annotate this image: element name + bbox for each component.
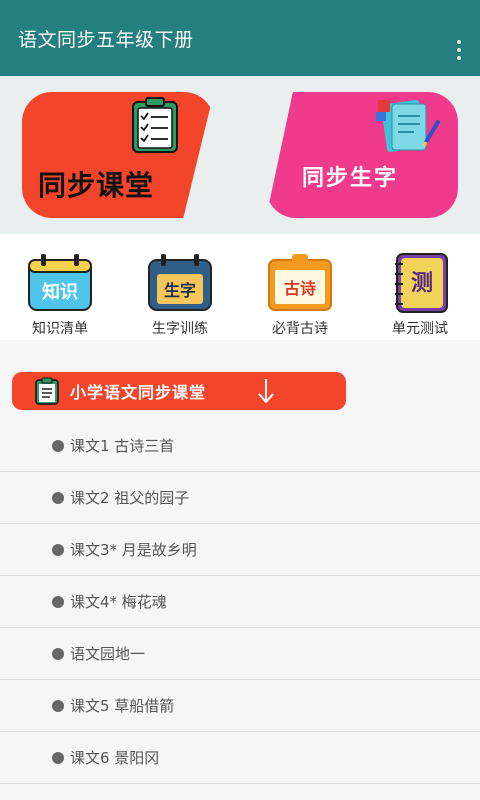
lesson-title: 课文5 草船借箭: [70, 697, 175, 715]
knowledge-icon-text: 知识: [42, 281, 78, 303]
unit-test-button[interactable]: 测 单元测试: [370, 252, 470, 338]
bullet-icon: [52, 595, 64, 608]
section-title: 小学语文同步课堂: [70, 383, 207, 402]
knowledge-calendar-icon: 知识: [28, 254, 92, 311]
app-bar: 语文同步五年级下册: [0, 0, 480, 76]
list-item[interactable]: 语文园地一: [0, 628, 480, 680]
poems-calendar-icon: 古诗: [268, 254, 332, 311]
list-item[interactable]: 课文5 草船借箭: [0, 680, 480, 732]
lesson-title: 课文1 古诗三首: [70, 437, 175, 455]
lesson-title: 语文园地一: [70, 645, 146, 663]
test-notebook-icon: 测: [395, 253, 448, 313]
knowledge-list-button[interactable]: 知识 知识清单: [10, 252, 110, 338]
lesson-title: 课文4* 梅花魂: [70, 593, 167, 611]
sync-class-card[interactable]: 同步课堂: [22, 92, 214, 218]
list-item[interactable]: 课文4* 梅花魂: [0, 576, 480, 628]
lesson-title: 课文2 祖父的园子: [70, 489, 190, 507]
lesson-list: 课文1 古诗三首 课文2 祖父的园子 课文3* 月是故乡明 课文4* 梅花魂 语…: [0, 420, 480, 784]
bullet-icon: [52, 543, 64, 556]
sync-characters-label: 同步生字: [302, 166, 399, 191]
characters-icon-text: 生字: [164, 281, 196, 300]
sync-class-label: 同步课堂: [38, 169, 155, 202]
bullet-icon: [52, 699, 64, 712]
list-item[interactable]: 课文2 祖父的园子: [0, 472, 480, 524]
app-title: 语文同步五年级下册: [18, 28, 194, 51]
list-item[interactable]: 课文1 古诗三首: [0, 420, 480, 472]
list-item[interactable]: 课文6 景阳冈: [0, 732, 480, 784]
quick-links: 知识 知识清单 生字 生字训练 古诗 必背古诗 测 单元测试: [0, 234, 480, 340]
clipboard-checklist-icon: [132, 97, 178, 153]
bullet-icon: [52, 491, 64, 504]
characters-calendar-icon: 生字: [148, 254, 212, 311]
character-training-label: 生字训练: [152, 321, 208, 337]
bullet-icon: [52, 439, 64, 452]
poems-icon-text: 古诗: [284, 279, 316, 298]
overflow-menu-icon[interactable]: [452, 40, 466, 60]
clipboard-icon: [35, 377, 59, 405]
character-training-button[interactable]: 生字 生字训练: [130, 252, 230, 338]
bullet-icon: [52, 751, 64, 764]
notebook-pen-icon: [376, 99, 440, 153]
arrow-down-icon: [258, 379, 274, 404]
section-header: 小学语文同步课堂: [12, 372, 346, 410]
list-item[interactable]: 课文3* 月是故乡明: [0, 524, 480, 576]
lesson-title: 课文3* 月是故乡明: [70, 541, 197, 559]
knowledge-list-label: 知识清单: [32, 321, 88, 337]
sync-characters-card[interactable]: 同步生字: [266, 92, 458, 218]
test-icon-text: 测: [411, 271, 433, 296]
banner: 同步课堂 同步生字: [0, 76, 480, 234]
ancient-poems-button[interactable]: 古诗 必背古诗: [250, 252, 350, 338]
unit-test-label: 单元测试: [392, 321, 448, 337]
lesson-title: 课文6 景阳冈: [70, 749, 160, 767]
bullet-icon: [52, 647, 64, 660]
ancient-poems-label: 必背古诗: [272, 321, 328, 337]
